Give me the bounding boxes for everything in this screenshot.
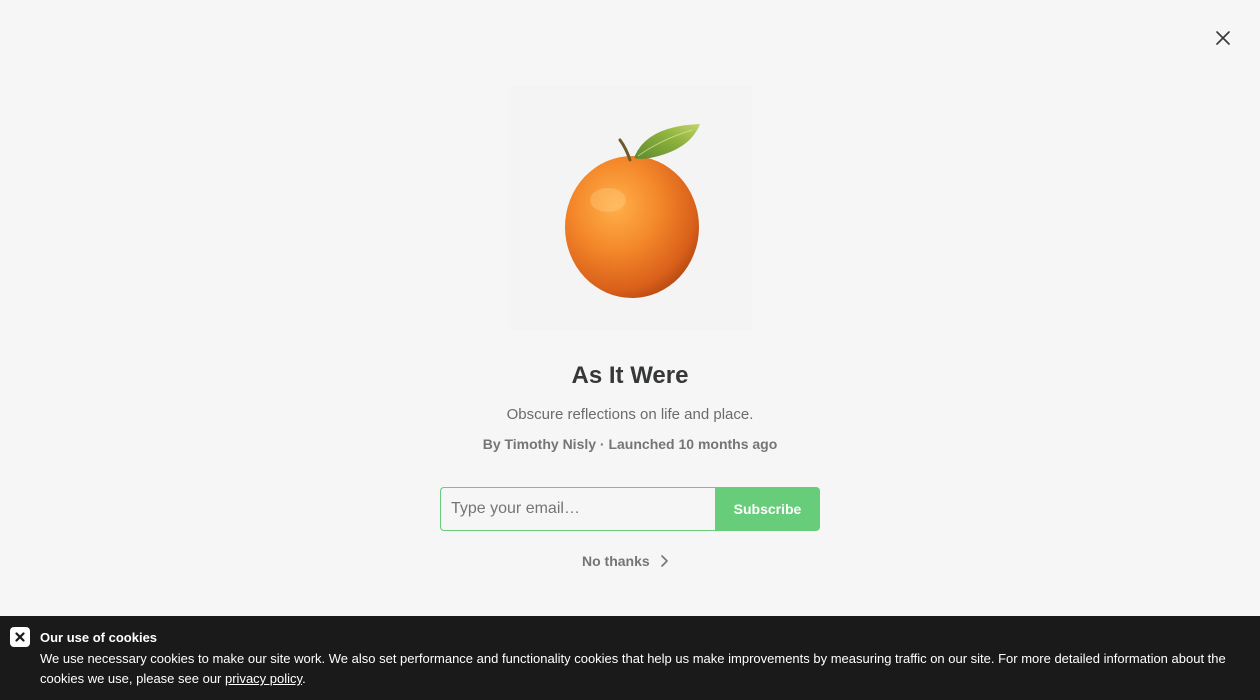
publication-logo — [508, 86, 752, 330]
close-modal-button[interactable] — [1210, 25, 1236, 51]
publication-byline: By Timothy Nisly · Launched 10 months ag… — [482, 436, 778, 452]
chevron-right-icon — [660, 555, 668, 567]
cookie-close-button[interactable] — [10, 627, 30, 647]
close-icon — [1216, 31, 1230, 45]
privacy-policy-link[interactable]: privacy policy — [225, 671, 302, 686]
orange-fruit-icon — [565, 124, 700, 298]
email-input[interactable] — [440, 487, 715, 531]
no-thanks-link[interactable]: No thanks — [582, 552, 668, 570]
cookie-banner-title: Our use of cookies — [40, 630, 158, 645]
subscribe-button[interactable]: Subscribe — [715, 487, 820, 531]
no-thanks-label: No thanks — [582, 553, 650, 569]
publication-subtitle: Obscure reflections on life and place. — [506, 406, 754, 423]
cookie-text-end: . — [302, 671, 306, 686]
publication-title: As It Were — [571, 362, 689, 389]
subscribe-form: Subscribe — [440, 487, 820, 531]
cookie-banner: Our use of cookies We use necessary cook… — [0, 616, 1260, 700]
cookie-banner-text: We use necessary cookies to make our sit… — [40, 649, 1240, 689]
cookie-text-body: We use necessary cookies to make our sit… — [40, 651, 1226, 686]
close-icon — [15, 632, 25, 642]
